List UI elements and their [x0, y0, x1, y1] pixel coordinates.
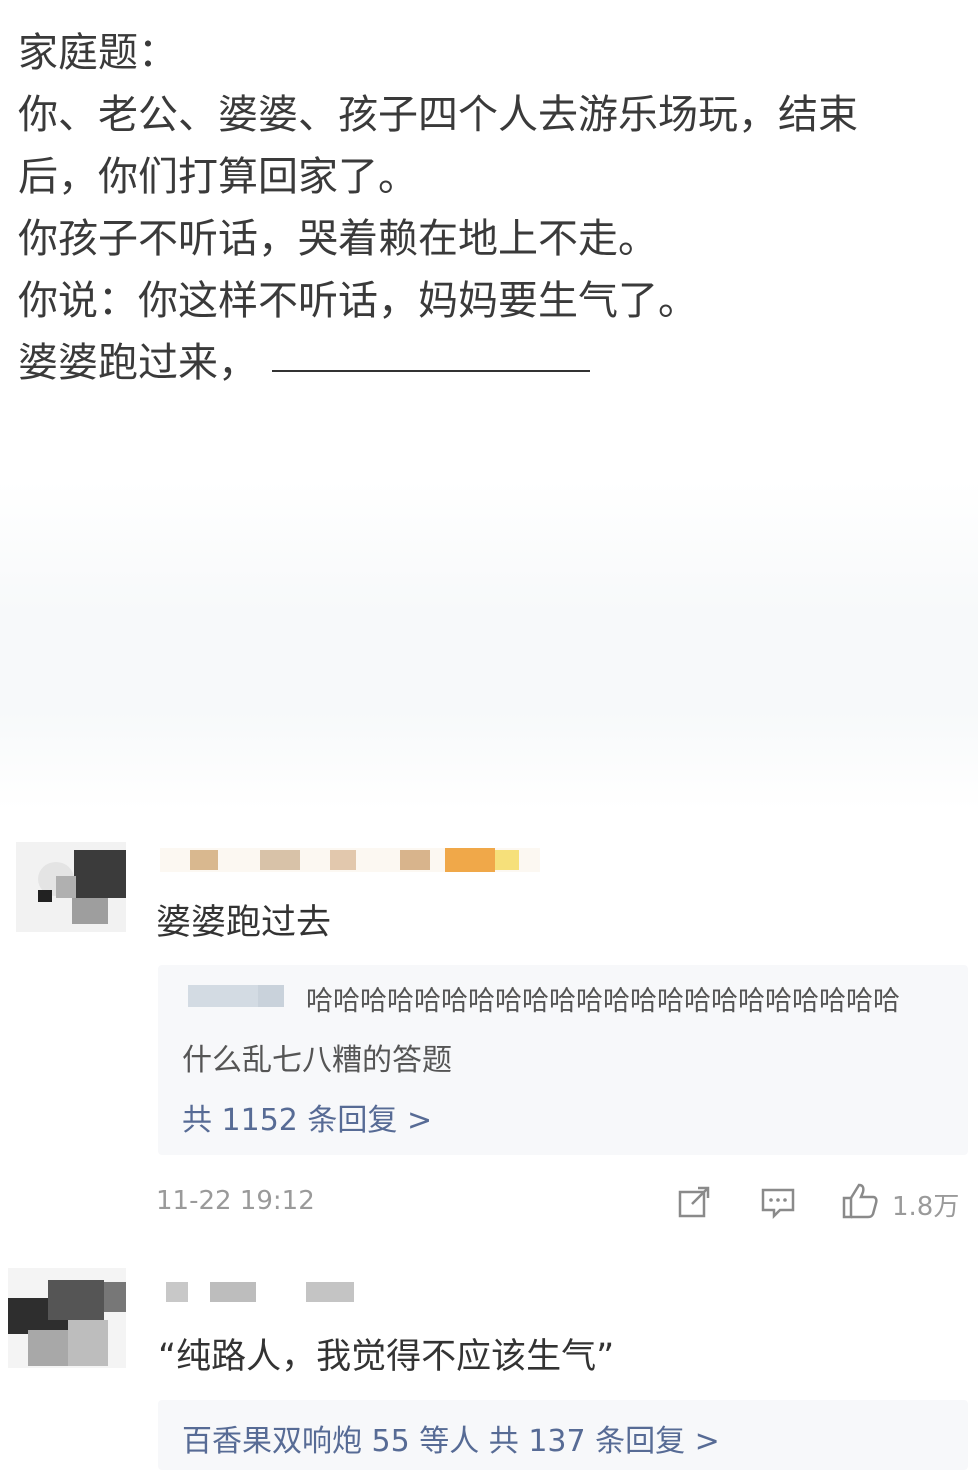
reply-text: 哈哈哈哈哈哈哈哈哈哈哈哈哈哈哈哈哈哈哈哈哈哈	[306, 986, 900, 1017]
post-line: 你说：你这样不听话，妈妈要生气了。	[18, 278, 698, 324]
username-blurred[interactable]	[160, 848, 540, 872]
comment-timestamp: 11-22 19:12	[156, 1186, 315, 1216]
comment-text: 婆婆跑过去	[156, 903, 332, 943]
post-line: 婆婆跑过来，	[18, 340, 258, 386]
post-body: 家庭题： 你、老公、婆婆、孩子四个人去游乐场玩，结束 后，你们打算回家了。 你孩…	[18, 22, 968, 394]
comment-icon[interactable]	[760, 1184, 796, 1220]
like-count: 1.8万	[892, 1192, 960, 1222]
post-line: 你孩子不听话，哭着赖在地上不走。	[18, 216, 658, 262]
fill-in-blank	[272, 370, 590, 372]
more-replies-link[interactable]: 共 1152 条回复 >	[182, 1095, 432, 1139]
reply-username-blurred	[188, 985, 268, 1007]
avatar[interactable]	[16, 842, 126, 932]
reply-summary-box[interactable]: 百香果双响炮 55 等人 共 137 条回复 >	[158, 1400, 968, 1470]
reply-preview[interactable]: 哈哈哈哈哈哈哈哈哈哈哈哈哈哈哈哈哈哈哈哈哈哈 什么乱七八糟的答题 共 1152 …	[158, 965, 968, 1155]
post-line: 你、老公、婆婆、孩子四个人去游乐场玩，结束	[18, 92, 858, 138]
post-line: 家庭题：	[18, 30, 178, 76]
post-line: 后，你们打算回家了。	[18, 154, 418, 200]
blank-area	[0, 480, 978, 810]
avatar[interactable]	[8, 1268, 126, 1368]
comment-text: “纯路人，我觉得不应该生气”	[158, 1337, 615, 1377]
share-icon[interactable]	[676, 1184, 712, 1220]
like-icon[interactable]	[840, 1182, 880, 1220]
post-last-line: 婆婆跑过来，	[18, 332, 968, 394]
username-blurred[interactable]	[166, 1280, 356, 1304]
reply-text: 什么乱七八糟的答题	[182, 1043, 452, 1078]
more-replies-link[interactable]: 百香果双响炮 55 等人 共 137 条回复 >	[182, 1416, 720, 1460]
